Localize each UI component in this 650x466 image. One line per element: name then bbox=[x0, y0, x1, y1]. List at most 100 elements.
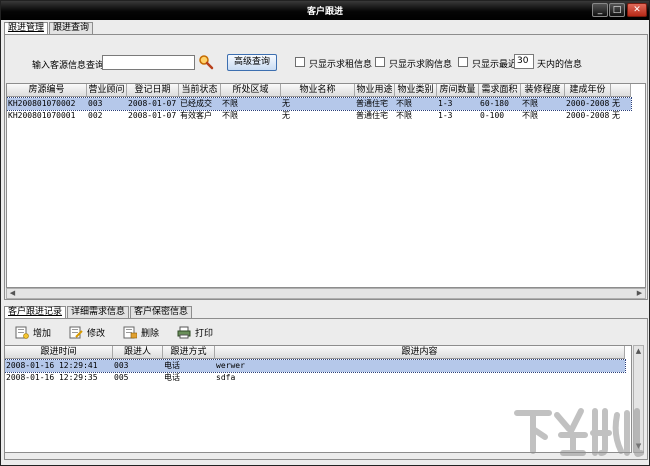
properties-table: 房源编号 营业顾问 登记日期 当前状态 所处区域 物业名称 物业用途 物业类别 房间数量 需求面积… bbox=[6, 83, 646, 288]
delete-button[interactable]: 删除 bbox=[123, 326, 159, 339]
print-label: 打印 bbox=[195, 329, 214, 339]
recent-only-label: 只显示最近 bbox=[472, 60, 518, 70]
table-cell: 2000-2008 bbox=[566, 111, 610, 120]
edit-button[interactable]: 修改 bbox=[69, 326, 105, 339]
search-label: 输入客源信息查询 bbox=[32, 61, 105, 71]
print-button[interactable]: 打印 bbox=[177, 326, 213, 339]
table-cell: 无 bbox=[282, 111, 290, 120]
properties-column-header[interactable]: 需求面积 bbox=[479, 84, 521, 96]
properties-column-header[interactable]: 装修程度 bbox=[521, 84, 565, 96]
scroll-right-icon[interactable]: ▶ bbox=[634, 289, 645, 298]
properties-column-header[interactable]: 营业顾问 bbox=[87, 84, 127, 96]
table-cell: 不限 bbox=[396, 99, 412, 108]
table-row[interactable]: KH200801070002 003 2008-01-07 已经成交 不限无普通住宅 不限… bbox=[7, 97, 632, 111]
properties-column-header[interactable]: 登记日期 bbox=[127, 84, 179, 96]
edit-icon bbox=[69, 326, 83, 339]
title-bar: 客户跟进 _ □ ✕ bbox=[1, 1, 649, 20]
table-cell: 电话 bbox=[164, 361, 180, 370]
tab-followup-query[interactable]: 跟进查询 bbox=[49, 22, 94, 34]
table-cell: 不限 bbox=[222, 99, 238, 108]
table-cell: 2008-01-07 bbox=[128, 111, 177, 120]
properties-column-header[interactable] bbox=[611, 84, 631, 96]
table-cell: 无 bbox=[282, 99, 290, 108]
table-cell: 普通住宅 bbox=[356, 99, 388, 108]
followup-toolbar: 增加 修改 删除 打印 bbox=[15, 326, 213, 339]
properties-column-header[interactable]: 物业类别 bbox=[395, 84, 437, 96]
table-cell: werwer bbox=[216, 361, 245, 370]
properties-column-header[interactable]: 建成年份 bbox=[565, 84, 611, 96]
rent-only-label: 只显示求租信息 bbox=[309, 60, 373, 70]
advanced-search-button[interactable]: 高级查询 bbox=[227, 54, 277, 71]
tab-followup-management[interactable]: 跟进管理 bbox=[4, 22, 49, 34]
search-icon[interactable] bbox=[198, 54, 214, 70]
bottom-tab-strip: 客户跟进记录 详细需求信息 客户保密信息 bbox=[4, 306, 193, 318]
scroll-up-icon[interactable]: ▲ bbox=[634, 346, 643, 357]
table-cell: 003 bbox=[88, 99, 103, 108]
scroll-left-icon[interactable]: ◀ bbox=[7, 289, 18, 298]
tab-confidential-info[interactable]: 客户保密信息 bbox=[130, 306, 193, 318]
table-cell: 0-100 bbox=[480, 111, 505, 120]
table-row[interactable]: 2008-01-16 12:29:41 003 电话 werwer bbox=[5, 359, 626, 373]
top-tab-strip: 跟进管理 跟进查询 bbox=[4, 22, 94, 34]
buy-only-checkbox[interactable] bbox=[375, 57, 385, 67]
table-cell: 1-3 bbox=[438, 99, 453, 108]
maximize-button[interactable]: □ bbox=[609, 3, 625, 17]
table-cell: 2008-01-16 12:29:35 bbox=[6, 373, 98, 382]
properties-column-header[interactable]: 物业名称 bbox=[281, 84, 355, 96]
table-cell: 有效客户 bbox=[180, 111, 212, 120]
table-cell: 1-3 bbox=[438, 111, 453, 120]
table-cell: 不限 bbox=[222, 111, 238, 120]
table-row[interactable]: KH200801070001 002 2008-01-07 有效客户 不限无普通住宅 不限… bbox=[7, 110, 631, 122]
main-window: 客户跟进 _ □ ✕ 跟进管理 跟进查询 输入客源信息查询 高级查询 只显示求租… bbox=[0, 0, 650, 466]
properties-column-header[interactable]: 当前状态 bbox=[179, 84, 221, 96]
table-cell: KH200801070002 bbox=[8, 99, 76, 108]
followup-column-header[interactable]: 跟进时间 bbox=[5, 346, 113, 358]
watermark-logo bbox=[514, 408, 644, 457]
rent-only-checkbox[interactable] bbox=[295, 57, 305, 67]
table-cell: 不限 bbox=[396, 111, 412, 120]
followup-column-header[interactable]: 跟进方式 bbox=[163, 346, 215, 358]
table-cell: 2008-01-16 12:29:41 bbox=[6, 361, 98, 370]
recent-only-checkbox[interactable] bbox=[458, 57, 468, 67]
table-cell: 2000-2008 bbox=[566, 99, 610, 108]
tab-requirement-details[interactable]: 详细需求信息 bbox=[67, 306, 130, 318]
minimize-button[interactable]: _ bbox=[592, 3, 608, 17]
days-suffix-label: 天内的信息 bbox=[537, 60, 583, 70]
edit-label: 修改 bbox=[87, 329, 106, 339]
delete-label: 删除 bbox=[141, 329, 160, 339]
table-cell: 2008-01-07 bbox=[128, 99, 177, 108]
properties-column-header[interactable]: 房源编号 bbox=[7, 84, 87, 96]
table-row[interactable]: 2008-01-16 12:29:35 005 电话 sdfa bbox=[5, 372, 625, 384]
table-cell: sdfa bbox=[216, 373, 236, 382]
close-button[interactable]: ✕ bbox=[627, 3, 647, 17]
table-cell: 不限 bbox=[522, 111, 538, 120]
delete-icon bbox=[123, 326, 138, 339]
search-input[interactable] bbox=[102, 55, 195, 70]
table-cell: 003 bbox=[114, 361, 129, 370]
buy-only-label: 只显示求购信息 bbox=[389, 60, 453, 70]
table-cell: 不限 bbox=[522, 99, 538, 108]
properties-column-header[interactable]: 房间数量 bbox=[437, 84, 479, 96]
properties-column-header[interactable]: 所处区域 bbox=[221, 84, 281, 96]
table-cell: 无 bbox=[612, 111, 620, 120]
printer-icon bbox=[177, 326, 191, 339]
add-button[interactable]: 增加 bbox=[15, 326, 51, 339]
followup-column-header[interactable]: 跟进人 bbox=[113, 346, 163, 358]
followup-column-header[interactable]: 跟进内容 bbox=[215, 346, 625, 358]
days-input[interactable]: 30 bbox=[514, 54, 534, 69]
table-cell: 电话 bbox=[164, 373, 180, 382]
window-title: 客户跟进 bbox=[306, 7, 343, 17]
properties-table-header: 房源编号 营业顾问 登记日期 当前状态 所处区域 物业名称 物业用途 物业类别 房间数量 需求面积… bbox=[7, 84, 631, 97]
followup-table-header: 跟进时间 跟进人 跟进方式 跟进内容 bbox=[5, 346, 625, 359]
table-cell: 已经成交 bbox=[180, 99, 212, 108]
table-cell: 005 bbox=[114, 373, 129, 382]
horizontal-scrollbar[interactable]: ◀ ▶ bbox=[6, 288, 646, 299]
table-cell: 无 bbox=[612, 99, 620, 108]
add-label: 增加 bbox=[33, 329, 52, 339]
add-icon bbox=[15, 326, 29, 339]
properties-column-header[interactable]: 物业用途 bbox=[355, 84, 395, 96]
management-panel: 输入客源信息查询 高级查询 只显示求租信息 只显示求购信息 只显示最近 30 天… bbox=[4, 34, 648, 300]
table-cell: KH200801070001 bbox=[8, 111, 76, 120]
table-cell: 002 bbox=[88, 111, 103, 120]
tab-followup-records[interactable]: 客户跟进记录 bbox=[4, 306, 67, 318]
